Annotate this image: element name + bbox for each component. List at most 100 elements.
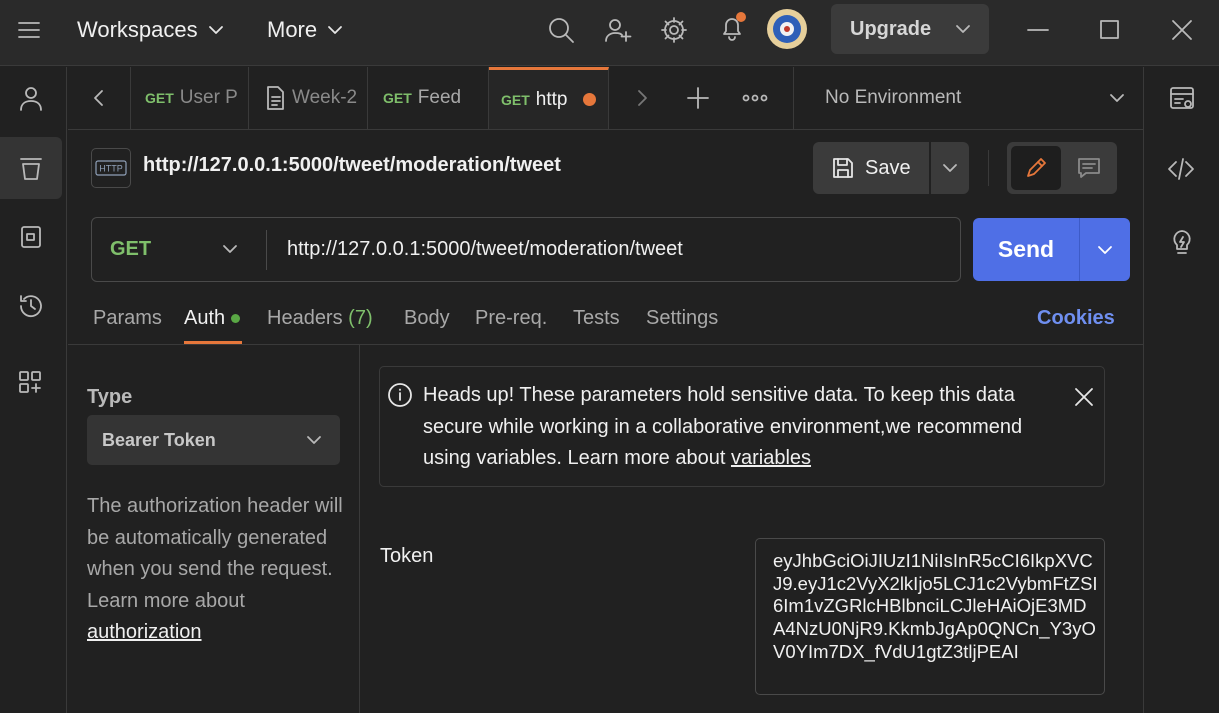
auth-status-dot xyxy=(231,314,241,323)
token-input[interactable]: eyJhbGciOiJIUzI1NiIsInR5cCI6IkpXVCJ9.eyJ… xyxy=(755,538,1105,695)
divider xyxy=(359,345,360,713)
environment-select[interactable]: No Environment xyxy=(794,67,1143,129)
invite-user-icon[interactable] xyxy=(604,16,632,44)
chevron-down-icon xyxy=(222,241,238,257)
url-input[interactable]: http://127.0.0.1:5000/tweet/moderation/t… xyxy=(287,238,683,261)
avatar[interactable] xyxy=(767,9,807,49)
tab-body[interactable]: Body xyxy=(404,307,450,330)
lightbulb-icon[interactable] xyxy=(1168,228,1196,258)
bell-icon[interactable] xyxy=(717,12,749,44)
chevron-right-icon[interactable] xyxy=(634,88,650,108)
title-bar: Workspaces More Upgrade xyxy=(0,0,1219,66)
tab-method: GET xyxy=(501,91,530,108)
close-icon[interactable] xyxy=(1074,387,1094,407)
more-label: More xyxy=(267,17,318,42)
warning-text: Heads up! These parameters hold sensitiv… xyxy=(423,380,1048,475)
more-options-icon[interactable] xyxy=(742,88,768,108)
tab-label: User P xyxy=(179,87,238,108)
chevron-down-icon xyxy=(327,22,343,38)
send-options-button[interactable] xyxy=(1080,218,1130,281)
upgrade-button[interactable]: Upgrade xyxy=(831,4,989,54)
chevron-down-icon xyxy=(1109,90,1125,106)
tab-settings[interactable]: Settings xyxy=(646,307,718,330)
auth-type-value: Bearer Token xyxy=(102,429,216,450)
chevron-down-icon[interactable] xyxy=(955,21,971,37)
more-menu[interactable]: More xyxy=(267,17,343,43)
send-label: Send xyxy=(997,236,1055,262)
document-icon xyxy=(264,85,286,111)
collections-icon[interactable] xyxy=(0,137,62,199)
maximize-icon[interactable] xyxy=(1098,18,1122,42)
request-title[interactable]: http://127.0.0.1:5000/tweet/moderation/t… xyxy=(143,154,561,177)
tab-headers[interactable]: Headers (7) xyxy=(267,307,373,330)
auth-description-text: The authorization header will be automat… xyxy=(87,495,343,612)
comment-icon xyxy=(1076,156,1102,180)
chevron-left-icon xyxy=(91,88,107,108)
tab-method: GET xyxy=(383,90,412,106)
chevron-down-icon xyxy=(306,432,322,448)
tab-scroll-left[interactable] xyxy=(68,67,131,129)
chevron-down-icon xyxy=(208,22,224,38)
send-button[interactable]: Send xyxy=(973,218,1130,281)
chevron-down-icon xyxy=(1097,242,1113,258)
divider xyxy=(988,150,989,186)
settings-icon[interactable] xyxy=(660,16,688,44)
right-sidebar xyxy=(1143,67,1219,713)
tab-params[interactable]: Params xyxy=(93,307,162,330)
workspaces-label: Workspaces xyxy=(77,17,198,42)
auth-description: The authorization header will be automat… xyxy=(87,491,347,649)
unsaved-indicator xyxy=(583,93,597,106)
token-label: Token xyxy=(380,545,434,567)
tab-headers-label: Headers xyxy=(267,307,343,329)
close-icon[interactable] xyxy=(1170,18,1194,42)
tab-label: http xyxy=(535,88,568,110)
variables-link[interactable]: variables xyxy=(731,447,811,469)
upgrade-label: Upgrade xyxy=(850,17,932,40)
new-tab-plus-icon[interactable] xyxy=(686,86,710,110)
headers-count: (7) xyxy=(348,307,373,329)
tab-week[interactable]: Week-2 xyxy=(250,67,368,129)
sidebar xyxy=(0,67,67,713)
hamburger-menu-icon[interactable] xyxy=(17,19,41,41)
workspaces-menu[interactable]: Workspaces xyxy=(77,17,224,43)
edit-comment-toggle xyxy=(1007,142,1117,194)
tab-http[interactable]: GET http xyxy=(489,67,609,129)
tab-auth-label: Auth xyxy=(184,307,226,329)
tab-label: Week-2 xyxy=(292,87,358,108)
history-icon[interactable] xyxy=(0,275,62,337)
save-options-button[interactable] xyxy=(931,142,969,194)
divider xyxy=(68,344,1143,345)
search-icon[interactable] xyxy=(547,16,575,44)
save-label: Save xyxy=(865,156,911,179)
info-icon xyxy=(387,382,413,408)
user-icon[interactable] xyxy=(0,67,62,129)
auth-type-select[interactable]: Bearer Token xyxy=(87,415,340,465)
tab-label: Feed xyxy=(417,87,462,108)
environment-label: No Environment xyxy=(825,87,962,108)
authorization-link[interactable]: authorization xyxy=(87,621,202,643)
cookies-link[interactable]: Cookies xyxy=(1037,307,1115,330)
request-tabs: GET User P Week-2 GET Feed GET http No E… xyxy=(68,67,1143,130)
method-label: GET xyxy=(110,238,152,260)
tab-user[interactable]: GET User P xyxy=(131,67,249,129)
divider xyxy=(266,230,267,270)
tab-tests[interactable]: Tests xyxy=(573,307,620,330)
http-icon: HTTP xyxy=(91,148,131,188)
chevron-down-icon xyxy=(942,160,958,176)
minimize-icon[interactable] xyxy=(1025,18,1051,44)
apis-icon[interactable] xyxy=(0,206,62,268)
save-button[interactable]: Save xyxy=(813,142,929,194)
edit-mode-button[interactable] xyxy=(1011,146,1061,190)
auth-type-label: Type xyxy=(87,386,133,408)
save-icon xyxy=(831,156,855,180)
add-widget-icon[interactable] xyxy=(0,352,62,414)
code-icon[interactable] xyxy=(1167,155,1195,183)
svg-text:HTTP: HTTP xyxy=(99,164,123,174)
tab-prereq[interactable]: Pre-req. xyxy=(475,307,547,330)
tab-feed[interactable]: GET Feed xyxy=(369,67,489,129)
tab-auth[interactable]: Auth xyxy=(184,307,241,330)
environment-quick-look-icon[interactable] xyxy=(1168,85,1196,113)
warning-message: Heads up! These parameters hold sensitiv… xyxy=(423,384,1023,469)
comments-button[interactable] xyxy=(1065,146,1113,190)
token-value: eyJhbGciOiJIUzI1NiIsInR5cCI6IkpXVCJ9.eyJ… xyxy=(773,550,1098,662)
